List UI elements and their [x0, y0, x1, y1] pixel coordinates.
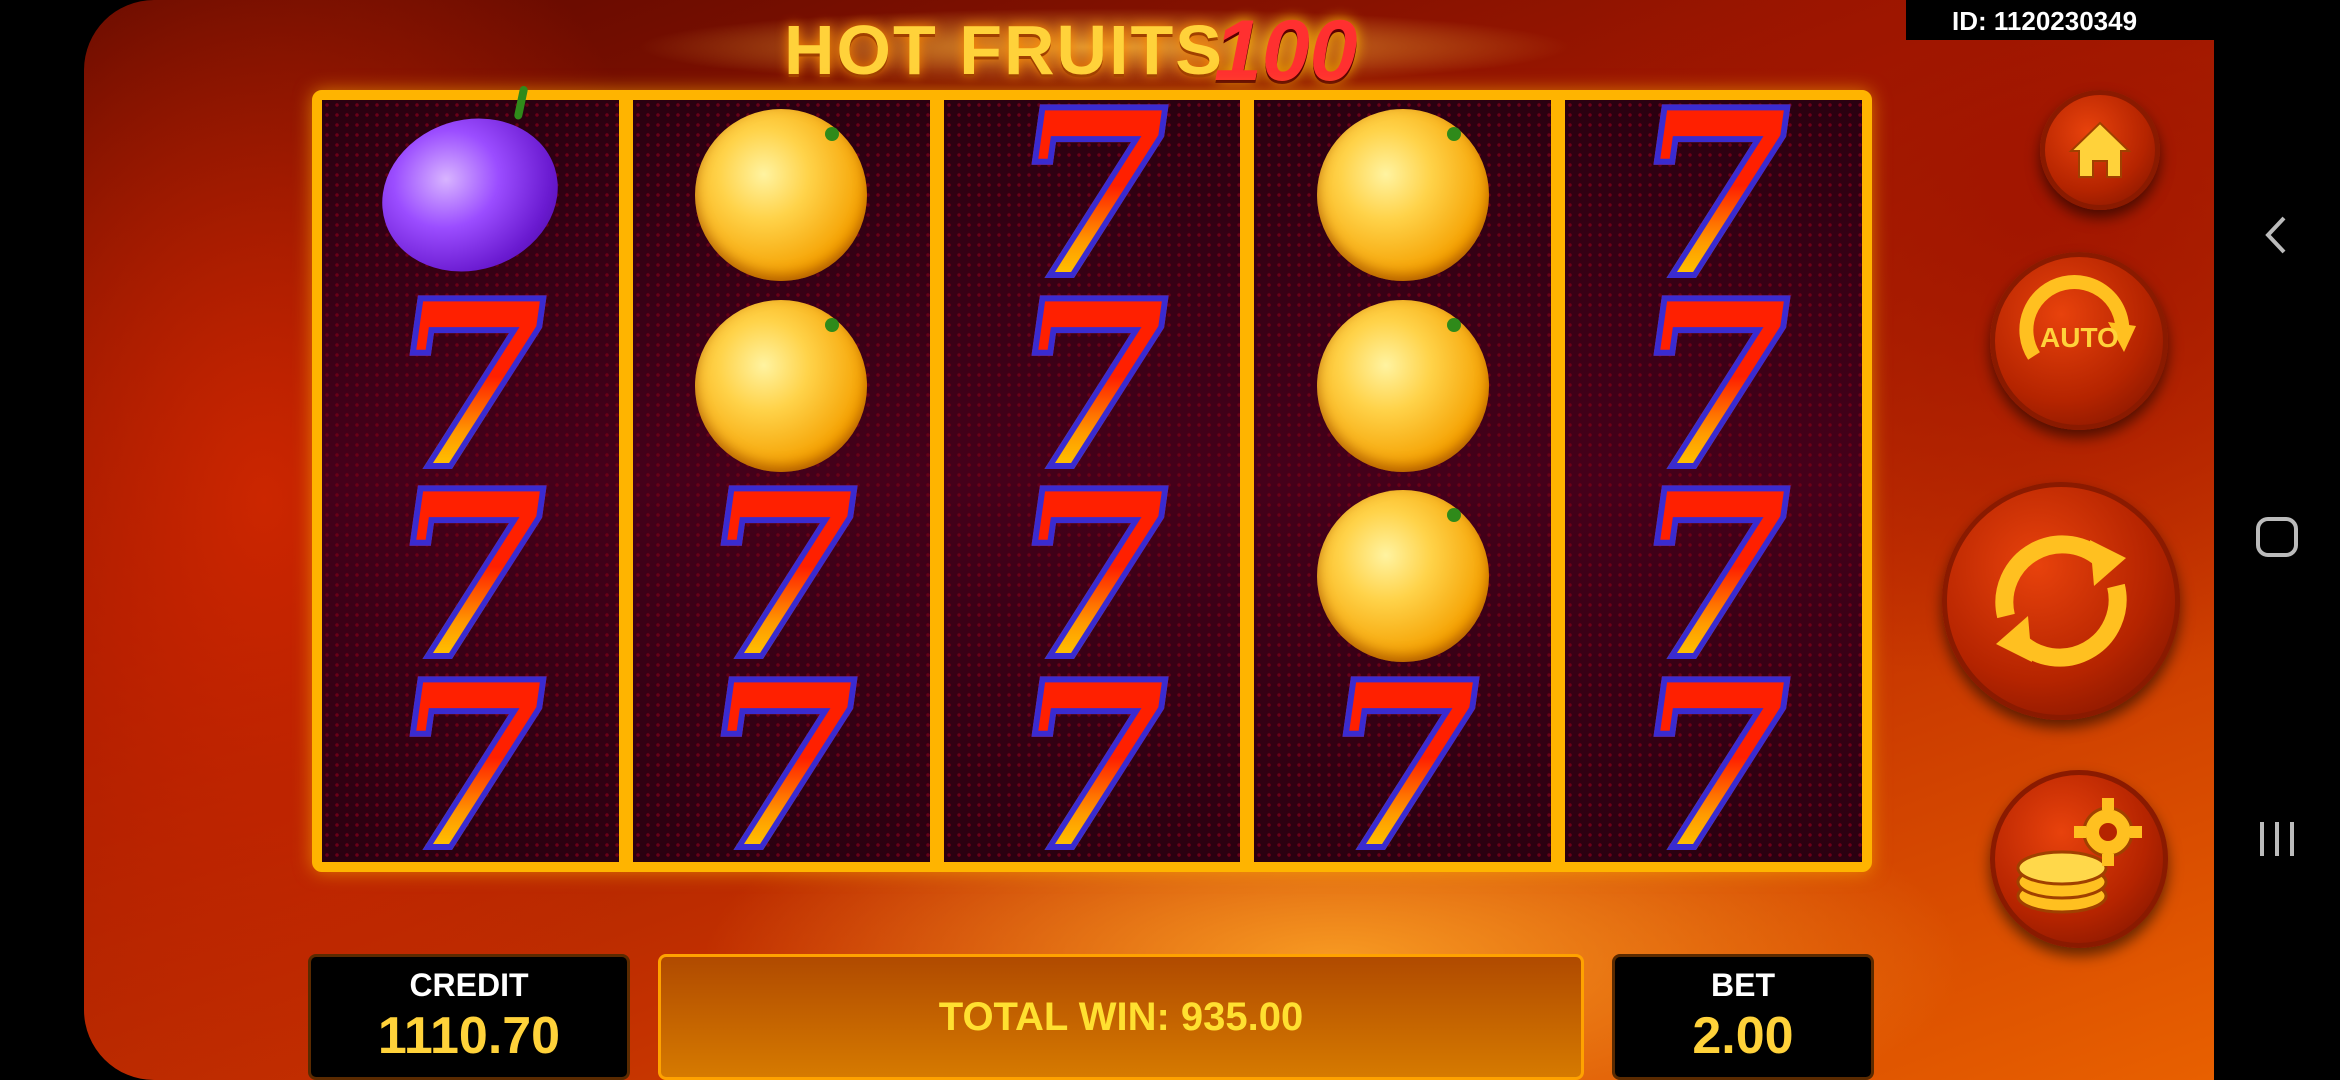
- spin-arrows-icon: [1995, 535, 2127, 667]
- back-icon[interactable]: [2214, 210, 2340, 260]
- recents-icon[interactable]: [2214, 814, 2340, 864]
- game-area: HOT FRUITS 100 77777777777777 AUTO CREDI…: [84, 0, 2214, 1080]
- reel-cell: 7: [633, 629, 930, 905]
- reel-cell: 7: [1254, 629, 1551, 905]
- session-id: ID: 1120230349: [1906, 0, 2216, 40]
- reel-cell: [633, 100, 930, 291]
- reel-cell: 7: [322, 629, 619, 905]
- system-nav-bar: [2214, 0, 2340, 1080]
- credit-value: 1110.70: [377, 1007, 561, 1065]
- reels-grid: 77777777777777: [312, 57, 1872, 905]
- seven-symbol: 7: [1612, 629, 1816, 905]
- autoplay-button[interactable]: AUTO: [1990, 252, 2168, 430]
- bet-value: 2.00: [1692, 1007, 1794, 1065]
- home-nav-icon[interactable]: [2214, 512, 2340, 562]
- seven-symbol: 7: [368, 629, 572, 905]
- orange-symbol: [1316, 109, 1489, 282]
- seven-symbol: 7: [990, 629, 1194, 905]
- orange-symbol: [695, 109, 868, 282]
- bet-label: BET: [1711, 967, 1775, 1003]
- credit-panel: CREDIT 1110.70: [308, 954, 630, 1080]
- reel-3: 7777: [943, 57, 1241, 905]
- reel-1: 777: [322, 96, 619, 905]
- total-win-text: TOTAL WIN: 935.00: [938, 995, 1304, 1039]
- spin-button[interactable]: [1942, 482, 2180, 720]
- reel-cell: 7: [944, 629, 1241, 905]
- bet-settings-button[interactable]: [1990, 770, 2168, 948]
- bet-panel[interactable]: BET 2.00: [1612, 954, 1874, 1080]
- credit-label: CREDIT: [409, 967, 529, 1003]
- reel-4: 7: [1254, 100, 1552, 905]
- reel-cell: [1254, 291, 1551, 482]
- total-win-panel: TOTAL WIN: 935.00: [658, 954, 1584, 1080]
- seven-symbol: 7: [1301, 629, 1505, 905]
- seven-symbol: 7: [679, 629, 883, 905]
- coins-gear-icon: [2016, 798, 2142, 914]
- title-100: 100: [1214, 3, 1358, 99]
- auto-label: AUTO: [2040, 322, 2119, 353]
- reel-cell: [1254, 100, 1551, 291]
- reel-2: 77: [632, 100, 930, 905]
- home-button[interactable]: [2040, 90, 2160, 210]
- home-icon: [2068, 121, 2132, 178]
- orange-symbol: [1316, 299, 1489, 472]
- reel-cell: 7: [1565, 629, 1862, 905]
- reel-5: 7777: [1565, 57, 1862, 905]
